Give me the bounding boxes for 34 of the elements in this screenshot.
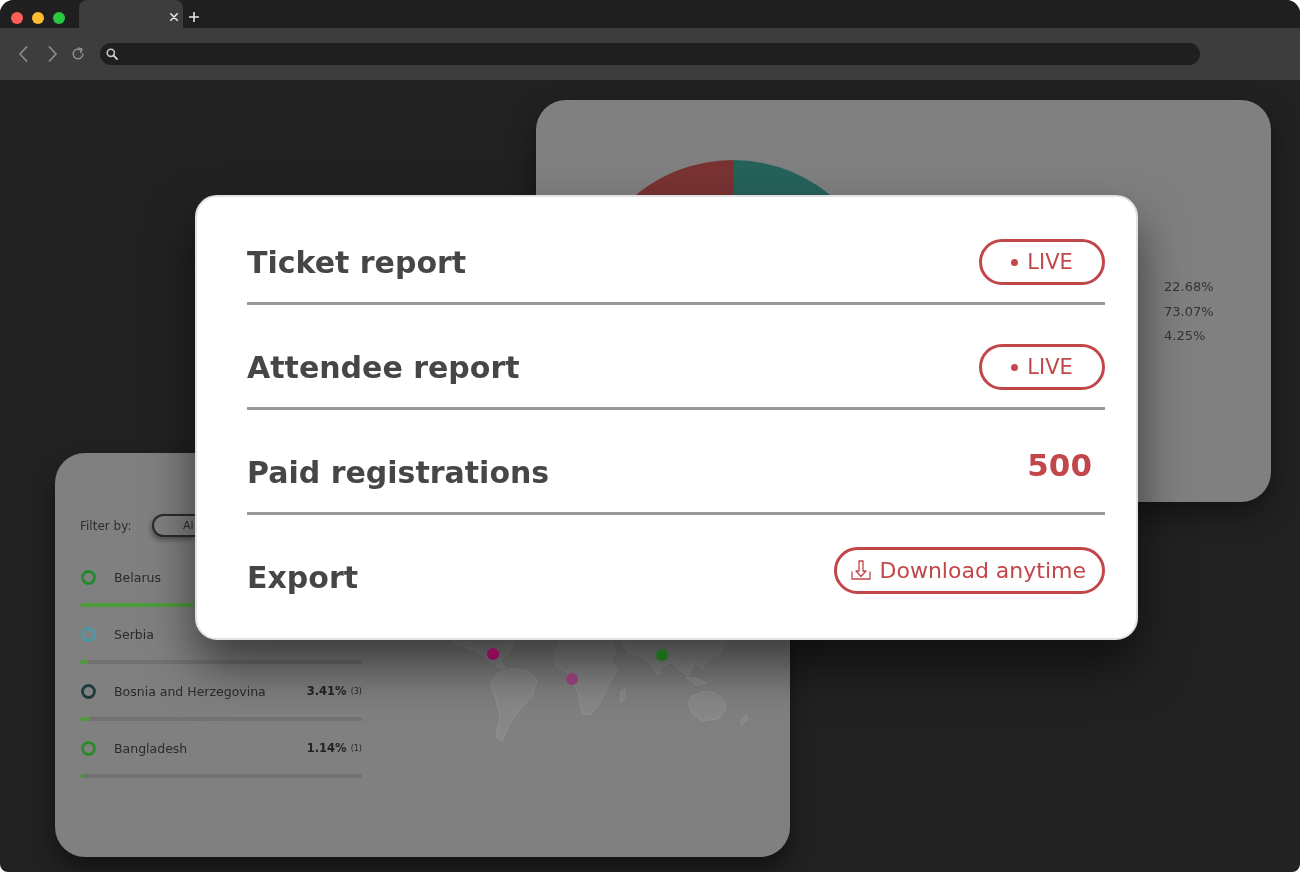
download-button[interactable]: Download anytime xyxy=(833,546,1105,594)
window-minimize-icon[interactable] xyxy=(32,12,44,24)
filter-button[interactable]: Al xyxy=(152,514,195,537)
window-zoom-icon[interactable] xyxy=(53,12,65,24)
back-icon[interactable] xyxy=(18,46,28,62)
country-name: Serbia xyxy=(114,626,154,642)
country-percent: 3.41% xyxy=(306,684,347,698)
row-title: Attendee report xyxy=(247,349,520,385)
country-count: (1) xyxy=(350,743,362,753)
country-count: (3) xyxy=(350,686,362,696)
search-icon xyxy=(106,48,118,60)
legend-value: 73.07% xyxy=(1164,302,1214,321)
row-title: Export xyxy=(247,559,359,595)
row-title: Paid registrations xyxy=(247,454,550,490)
status-text: LIVE xyxy=(1027,250,1073,274)
status-dot-icon xyxy=(1011,363,1019,371)
status-dot-icon xyxy=(1011,258,1019,266)
plus-icon[interactable] xyxy=(189,12,199,22)
address-field[interactable] xyxy=(100,43,1200,65)
reload-icon[interactable] xyxy=(71,47,85,61)
window-close-icon[interactable] xyxy=(11,12,23,24)
status-text: LIVE xyxy=(1027,355,1073,379)
country-name: Bosnia and Herzegovina xyxy=(114,683,266,699)
close-icon[interactable] xyxy=(170,13,178,21)
filter-label: Filter by: xyxy=(80,518,133,533)
country-percent: 1.14% xyxy=(306,741,347,755)
download-icon xyxy=(850,560,871,580)
row-title: Ticket report xyxy=(247,244,467,280)
country-name: Belarus xyxy=(114,569,161,585)
country-name: Bangladesh xyxy=(114,740,188,756)
forward-icon[interactable] xyxy=(48,46,58,62)
stat-value: 500 xyxy=(1027,447,1092,483)
legend-value: 22.68% xyxy=(1164,278,1214,296)
legend-value: 4.25% xyxy=(1164,327,1207,345)
